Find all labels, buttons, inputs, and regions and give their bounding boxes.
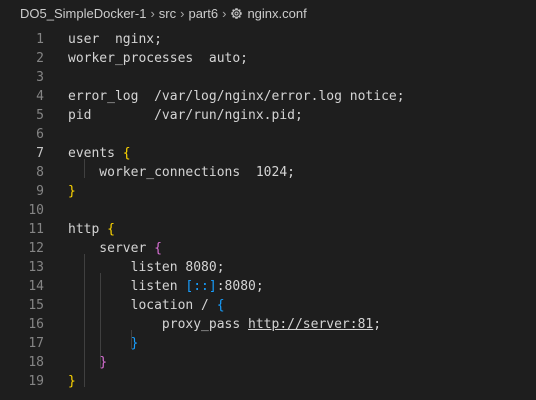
breadcrumb: DO5_SimpleDocker-1 › src › part6 › nginx… bbox=[0, 0, 536, 26]
code-text: location / { bbox=[68, 296, 225, 315]
line-number: 9 bbox=[36, 184, 44, 199]
code-line[interactable]: 7 events { bbox=[0, 144, 536, 163]
code-token: events bbox=[68, 146, 123, 161]
code-text: } bbox=[68, 353, 107, 372]
code-token: :8080; bbox=[216, 279, 264, 294]
code-line[interactable]: 17 } bbox=[0, 334, 536, 353]
gear-icon bbox=[230, 7, 243, 20]
code-line[interactable]: 1 user nginx; bbox=[0, 30, 536, 49]
chevron-right-icon: › bbox=[180, 5, 185, 21]
code-line[interactable]: 6 bbox=[0, 125, 536, 144]
code-brace: { bbox=[107, 222, 115, 237]
code-text: server { bbox=[68, 239, 162, 258]
line-number: 19 bbox=[28, 374, 44, 389]
line-number: 18 bbox=[28, 355, 44, 370]
code-text: } bbox=[68, 334, 139, 353]
code-token: proxy_pass bbox=[68, 317, 249, 332]
line-number: 13 bbox=[28, 260, 44, 275]
breadcrumb-item-src[interactable]: src bbox=[159, 6, 176, 21]
code-token: user nginx; bbox=[68, 32, 162, 47]
code-token: error_log /var/log/nginx/error.log notic… bbox=[68, 89, 405, 104]
breadcrumb-item-project[interactable]: DO5_SimpleDocker-1 bbox=[20, 6, 146, 21]
code-text: } bbox=[68, 372, 76, 391]
code-line[interactable]: 18 } bbox=[0, 353, 536, 372]
line-number: 1 bbox=[36, 32, 44, 47]
breadcrumb-file-name[interactable]: nginx.conf bbox=[247, 6, 306, 21]
code-token: listen 8080; bbox=[68, 260, 225, 275]
code-link[interactable]: http://server:81 bbox=[248, 317, 373, 332]
code-text: user nginx; bbox=[68, 30, 162, 49]
code-text: listen [::]:8080; bbox=[68, 277, 264, 296]
breadcrumb-item-part6[interactable]: part6 bbox=[188, 6, 218, 21]
line-number: 15 bbox=[28, 298, 44, 313]
code-text: error_log /var/log/nginx/error.log notic… bbox=[68, 87, 405, 106]
line-number: 10 bbox=[28, 203, 44, 218]
code-token: listen bbox=[68, 279, 186, 294]
line-number: 17 bbox=[28, 336, 44, 351]
code-text: worker_processes auto; bbox=[68, 49, 248, 68]
code-token: location / bbox=[68, 298, 217, 313]
code-line[interactable]: 4 error_log /var/log/nginx/error.log noti… bbox=[0, 87, 536, 106]
code-line[interactable]: 13 listen 8080; bbox=[0, 258, 536, 277]
code-brace: } bbox=[130, 336, 139, 351]
code-line[interactable]: 16 proxy_pass http://server:81; bbox=[0, 315, 536, 334]
code-editor[interactable]: 1 user nginx; 2 worker_processes auto; 3 4 err… bbox=[0, 26, 536, 400]
code-brace: } bbox=[68, 374, 76, 389]
code-line[interactable]: 8 worker_connections 1024; bbox=[0, 163, 536, 182]
code-line[interactable]: 5 pid /var/run/nginx.pid; bbox=[0, 106, 536, 125]
code-text: events { bbox=[68, 144, 131, 163]
code-brace: } bbox=[99, 355, 108, 370]
code-line[interactable]: 19} bbox=[0, 372, 536, 391]
line-number: 14 bbox=[28, 279, 44, 294]
line-number: 12 bbox=[28, 241, 44, 256]
code-line[interactable]: 10 bbox=[0, 201, 536, 220]
code-token: worker_connections 1024; bbox=[68, 165, 295, 180]
code-text: proxy_pass http://server:81; bbox=[68, 315, 381, 334]
line-number: 4 bbox=[36, 89, 44, 104]
code-token: http bbox=[68, 222, 108, 237]
code-line[interactable]: 2 worker_processes auto; bbox=[0, 49, 536, 68]
code-line[interactable]: 15 location / { bbox=[0, 296, 536, 315]
line-number: 5 bbox=[36, 108, 44, 123]
line-number: 2 bbox=[36, 51, 44, 66]
code-text: listen 8080; bbox=[68, 258, 225, 277]
code-line[interactable]: 9} bbox=[0, 182, 536, 201]
line-number: 16 bbox=[28, 317, 44, 332]
code-brace: } bbox=[68, 184, 76, 199]
code-token: pid /var/run/nginx.pid; bbox=[68, 108, 303, 123]
line-number: 6 bbox=[36, 127, 44, 142]
code-brace: { bbox=[122, 146, 131, 161]
chevron-right-icon: › bbox=[150, 5, 155, 21]
code-line[interactable]: 14 listen [::]:8080; bbox=[0, 277, 536, 296]
code-text: } bbox=[68, 182, 76, 201]
code-text: pid /var/run/nginx.pid; bbox=[68, 106, 303, 125]
line-number: 7 bbox=[36, 146, 44, 161]
code-line[interactable]: 11 http { bbox=[0, 220, 536, 239]
code-brace: { bbox=[216, 298, 225, 313]
code-token: ; bbox=[373, 317, 382, 332]
code-line[interactable]: 3 bbox=[0, 68, 536, 87]
line-number: 11 bbox=[28, 222, 44, 237]
line-number: 3 bbox=[36, 70, 44, 85]
chevron-right-icon: › bbox=[222, 5, 227, 21]
code-text: worker_connections 1024; bbox=[68, 163, 295, 182]
code-bracket: [::] bbox=[185, 279, 217, 294]
code-token: server bbox=[68, 241, 155, 256]
code-token: worker_processes auto; bbox=[68, 51, 249, 66]
code-brace: { bbox=[154, 241, 162, 256]
code-line[interactable]: 12 server { bbox=[0, 239, 536, 258]
code-text: http { bbox=[68, 220, 115, 239]
line-number: 8 bbox=[36, 165, 44, 180]
